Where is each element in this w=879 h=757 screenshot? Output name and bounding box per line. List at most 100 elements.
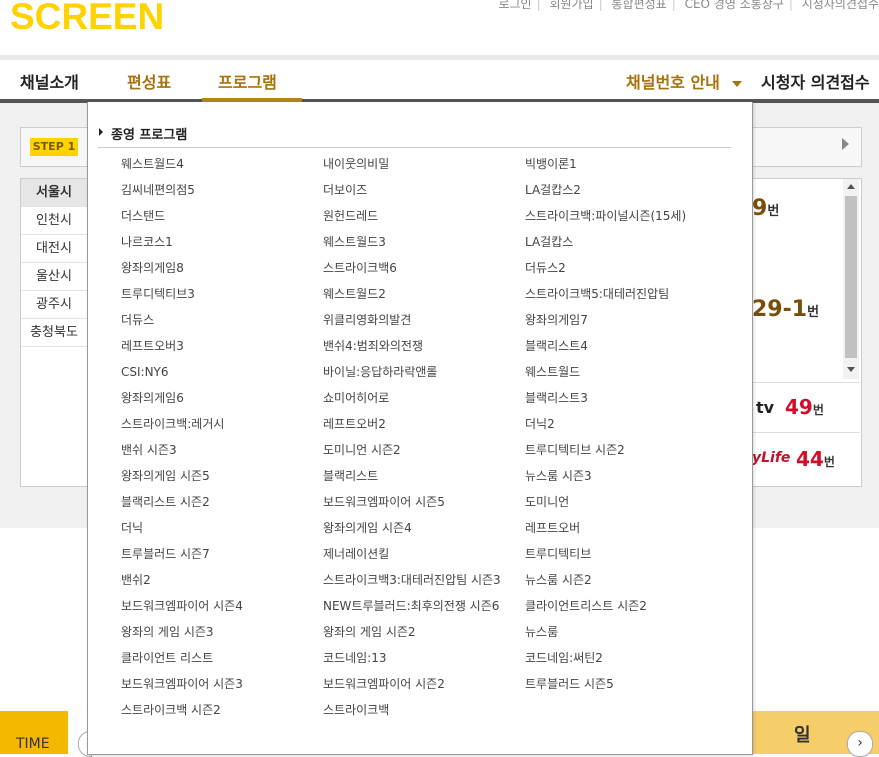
program-link[interactable]: 코드네임:13 — [323, 645, 525, 671]
program-link[interactable]: 보드워크엠파이어 시즌5 — [323, 489, 525, 515]
channel-number-unit: 번 — [807, 305, 820, 320]
program-link[interactable]: 스트라이크백:파이널시즌(15세) — [525, 203, 731, 229]
program-link[interactable]: 내이웃의비밀 — [323, 151, 525, 177]
program-link[interactable]: 트루디텍티브 — [525, 541, 731, 567]
program-link[interactable]: 스트라이크백 — [323, 697, 525, 723]
region-item[interactable]: 서울시 — [21, 179, 87, 207]
dropdown-divider — [98, 147, 731, 148]
program-link[interactable]: 코드네임:써틴2 — [525, 645, 731, 671]
region-item[interactable]: 인천시 — [21, 207, 87, 235]
program-link[interactable]: 제너레이션킬 — [323, 541, 525, 567]
program-link[interactable]: 스트라이크백6 — [323, 255, 525, 281]
program-link[interactable]: 더듀스2 — [525, 255, 731, 281]
program-link[interactable]: 밴쉬4:범죄와의전쟁 — [323, 333, 525, 359]
program-link[interactable]: 왕좌의게임 시즌5 — [121, 463, 323, 489]
program-link[interactable]: 나르코스1 — [121, 229, 323, 255]
program-link[interactable]: 뉴스룸 — [525, 619, 731, 645]
program-link[interactable]: 웨스트월드 — [525, 359, 731, 385]
program-link[interactable]: 김씨네편의점5 — [121, 177, 323, 203]
program-link[interactable]: 왕좌의 게임 시즌3 — [121, 619, 323, 645]
channel-row[interactable]: tv 49번 — [752, 382, 860, 433]
program-link[interactable]: 뉴스룸 시즌2 — [525, 567, 731, 593]
region-item[interactable]: 광주시 — [21, 291, 87, 319]
nav-channel-intro[interactable]: 채널소개 — [20, 69, 79, 93]
program-link[interactable]: 블랙리스트3 — [525, 385, 731, 411]
program-link[interactable]: 더듀스 — [121, 307, 323, 333]
viewer-opinion-link[interactable]: 시청자의견접수 — [802, 0, 879, 12]
program-link[interactable]: 왕좌의게임6 — [121, 385, 323, 411]
program-link[interactable]: 트루디텍티브 시즌2 — [525, 437, 731, 463]
chevron-right-icon[interactable] — [842, 138, 849, 150]
main-nav: 채널소개 편성표 프로그램 채널번호 안내 시청자 의견접수 — [0, 60, 879, 100]
program-link[interactable]: 클라이언트리스트 시즌2 — [525, 593, 731, 619]
program-link[interactable]: 뉴스룸 시즌3 — [525, 463, 731, 489]
program-link[interactable]: 트루블러드 시즌7 — [121, 541, 323, 567]
scroll-thumb[interactable] — [845, 196, 857, 358]
program-link[interactable]: 레프트오버3 — [121, 333, 323, 359]
program-link[interactable]: 트루블러드 시즌5 — [525, 671, 731, 697]
program-link[interactable]: LA걸캅스2 — [525, 177, 731, 203]
program-link[interactable]: 쇼미어히어로 — [323, 385, 525, 411]
scroll-down-icon[interactable] — [847, 367, 855, 372]
region-item[interactable]: 대전시 — [21, 235, 87, 263]
program-link[interactable]: 클라이언트 리스트 — [121, 645, 323, 671]
program-link[interactable]: 보드워크엠파이어 시즌2 — [323, 671, 525, 697]
logo[interactable]: SCREEN — [10, 0, 164, 52]
channel-row-number-value: 49 — [785, 395, 813, 419]
program-link[interactable]: 웨스트월드2 — [323, 281, 525, 307]
program-link[interactable]: 왕좌의게임 시즌4 — [323, 515, 525, 541]
program-link[interactable]: 왕좌의게임8 — [121, 255, 323, 281]
program-link[interactable]: 밴쉬2 — [121, 567, 323, 593]
util-separator: | — [598, 0, 603, 11]
dropdown-title: 종영 프로그램 — [111, 128, 188, 143]
program-link[interactable]: 블랙리스트4 — [525, 333, 731, 359]
channel-row[interactable]: yLife 44번 — [752, 432, 860, 483]
nav-viewer-opinion[interactable]: 시청자 의견접수 — [761, 69, 870, 93]
channel-row-number-unit: 번 — [812, 403, 824, 417]
program-link[interactable]: 왕좌의 게임 시즌2 — [323, 619, 525, 645]
program-link[interactable]: 더닉2 — [525, 411, 731, 437]
ceo-link[interactable]: CEO 경영 소통창구 — [685, 0, 784, 12]
program-link[interactable]: 보드워크엠파이어 시즌4 — [121, 593, 323, 619]
nav-schedule[interactable]: 편성표 — [127, 69, 171, 93]
login-link[interactable]: 로그인 — [498, 0, 531, 12]
schedule-link[interactable]: 통합편성표 — [611, 0, 666, 12]
nav-programs[interactable]: 프로그램 — [218, 69, 277, 93]
program-link[interactable]: 더보이즈 — [323, 177, 525, 203]
program-link[interactable]: 도미니언 시즌2 — [323, 437, 525, 463]
program-link[interactable]: 레프트오버 — [525, 515, 731, 541]
program-link[interactable]: 웨스트월드4 — [121, 151, 323, 177]
scroll-up-icon[interactable] — [847, 184, 855, 189]
program-link[interactable]: CSI:NY6 — [121, 359, 323, 385]
scrollbar[interactable] — [843, 179, 859, 379]
program-link[interactable]: 보드워크엠파이어 시즌3 — [121, 671, 323, 697]
time-header: TIME — [0, 711, 68, 754]
program-link[interactable]: 블랙리스트 — [323, 463, 525, 489]
region-item[interactable]: 충청북도 — [21, 319, 87, 347]
program-link[interactable]: 웨스트월드3 — [323, 229, 525, 255]
program-link[interactable]: 스트라이크백3:대테러진압팀 시즌3 — [323, 567, 525, 593]
program-link[interactable]: 도미니언 — [525, 489, 731, 515]
program-link[interactable]: 위클리영화의발견 — [323, 307, 525, 333]
channel-number: 29-1번 — [752, 297, 819, 322]
program-link[interactable]: 트루디텍티브3 — [121, 281, 323, 307]
signup-link[interactable]: 회원가입 — [549, 0, 593, 12]
program-link[interactable]: 스트라이크백:레거시 — [121, 411, 323, 437]
program-link[interactable]: 더닉 — [121, 515, 323, 541]
program-link[interactable]: 레프트오버2 — [323, 411, 525, 437]
next-arrow-icon[interactable]: › — [847, 731, 873, 757]
program-link[interactable]: 스트라이크백5:대테러진압팀 — [525, 281, 731, 307]
region-item[interactable]: 울산시 — [21, 263, 87, 291]
program-link[interactable]: 더스탠드 — [121, 203, 323, 229]
program-link[interactable]: LA걸캅스 — [525, 229, 731, 255]
program-link[interactable]: 왕좌의게임7 — [525, 307, 731, 333]
program-link[interactable]: 블랙리스트 시즌2 — [121, 489, 323, 515]
program-link[interactable]: 바이닐:응답하라락앤롤 — [323, 359, 525, 385]
program-link[interactable]: 원헌드레드 — [323, 203, 525, 229]
program-link[interactable]: 밴쉬 시즌3 — [121, 437, 323, 463]
program-link[interactable]: 스트라이크백 시즌2 — [121, 697, 323, 723]
program-link[interactable]: NEW트루블러드:최후의전쟁 시즌6 — [323, 593, 525, 619]
util-separator: | — [536, 0, 541, 11]
nav-channel-guide[interactable]: 채널번호 안내 — [626, 69, 742, 93]
program-link[interactable]: 빅뱅이론1 — [525, 151, 731, 177]
